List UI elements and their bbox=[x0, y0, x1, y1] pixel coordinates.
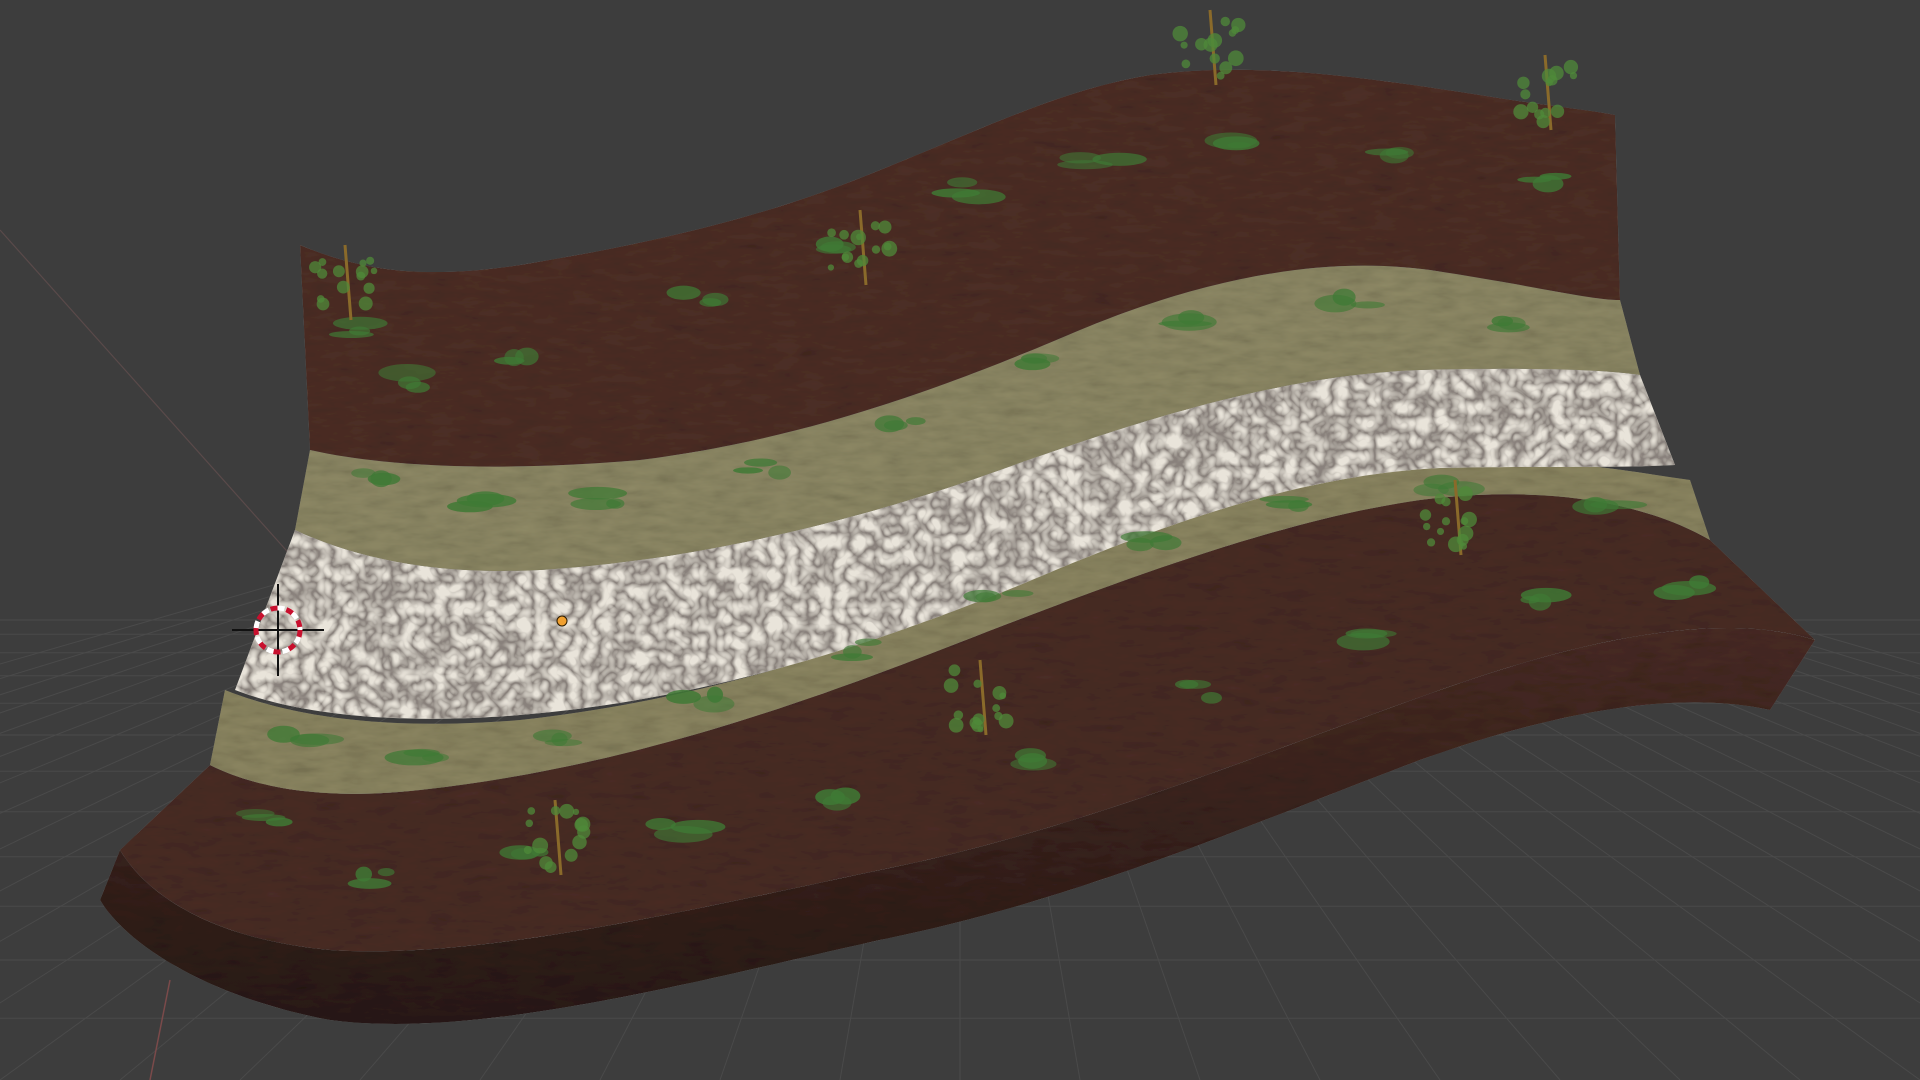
moss-patch bbox=[456, 493, 517, 508]
moss-patch bbox=[235, 809, 275, 818]
moss-patch bbox=[378, 363, 436, 382]
moss-patch bbox=[931, 188, 980, 198]
moss-patch bbox=[332, 316, 388, 330]
moss-patch bbox=[289, 733, 344, 745]
moss-patch bbox=[355, 866, 373, 882]
moss-patch bbox=[370, 470, 392, 488]
moss-patch bbox=[1057, 160, 1113, 170]
moss-patch bbox=[1539, 172, 1572, 180]
moss-patch bbox=[947, 177, 978, 188]
moss-patch bbox=[733, 467, 763, 474]
moss-patch bbox=[568, 486, 628, 500]
moss-patch bbox=[1332, 288, 1356, 306]
moss-patch bbox=[883, 420, 908, 431]
moss-patch bbox=[1520, 587, 1572, 603]
moss-patch bbox=[328, 331, 374, 338]
moss-patch bbox=[1174, 679, 1199, 690]
moss-patch bbox=[1689, 575, 1710, 589]
moss-patch bbox=[768, 465, 792, 480]
moss-patch bbox=[975, 592, 997, 603]
moss-patch bbox=[830, 653, 874, 662]
moss-patch bbox=[1021, 353, 1048, 364]
moss-patch bbox=[1001, 589, 1034, 597]
3d-viewport[interactable] bbox=[0, 0, 1920, 1080]
moss-patch bbox=[606, 498, 625, 509]
moss-patch bbox=[905, 417, 926, 426]
moss-patch bbox=[1149, 535, 1182, 551]
moss-patch bbox=[1259, 495, 1309, 503]
moss-patch bbox=[504, 349, 524, 367]
moss-patch bbox=[403, 748, 440, 757]
moss-patch bbox=[265, 817, 293, 827]
moss-patch bbox=[654, 825, 713, 843]
moss-patch bbox=[815, 236, 844, 252]
moss-patch bbox=[744, 458, 778, 467]
moss-patch bbox=[1204, 132, 1258, 149]
moss-patch bbox=[1364, 148, 1409, 156]
moss-patch bbox=[1010, 757, 1057, 771]
moss-patch bbox=[693, 695, 735, 713]
moss-patch bbox=[699, 298, 722, 307]
viewport-scene[interactable] bbox=[0, 0, 1920, 1080]
moss-patch bbox=[347, 878, 392, 889]
moss-patch bbox=[666, 285, 701, 300]
moss-patch bbox=[1200, 692, 1223, 704]
moss-patch bbox=[1161, 313, 1217, 331]
moss-patch bbox=[377, 868, 395, 877]
moss-patch bbox=[1126, 537, 1154, 552]
moss-patch bbox=[1336, 632, 1390, 651]
moss-patch bbox=[1583, 496, 1608, 513]
moss-patch bbox=[1491, 315, 1513, 327]
moss-patch bbox=[854, 638, 882, 646]
moss-patch bbox=[815, 789, 845, 806]
object-origin-point[interactable] bbox=[556, 615, 568, 627]
y-axis-line bbox=[149, 979, 171, 1080]
moss-patch bbox=[551, 732, 568, 747]
moss-patch bbox=[405, 381, 430, 393]
terrain-object[interactable] bbox=[100, 9, 1815, 1024]
